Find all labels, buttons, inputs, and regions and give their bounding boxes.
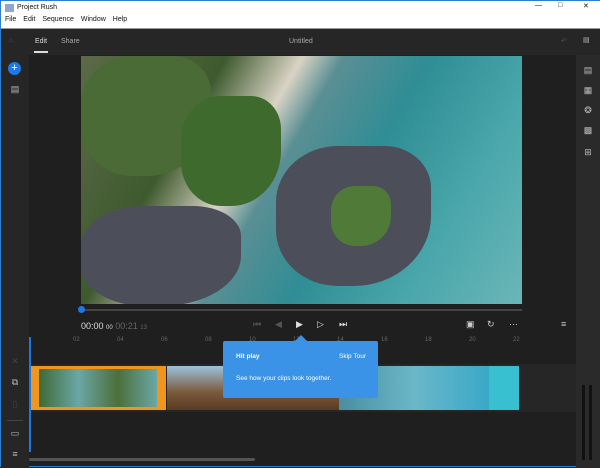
tick-label: 20 [469, 337, 476, 343]
app-icon [5, 4, 14, 12]
title-bar: Project Rush — □ ✕ [1, 1, 600, 16]
fit-icon[interactable]: ▣ [466, 319, 475, 330]
current-time: 00:00 [81, 321, 104, 331]
cut-icon[interactable]: ✕ [8, 356, 22, 367]
go-to-end-icon[interactable]: ⏭ [339, 319, 347, 330]
project-panel-icon[interactable]: ▤ [8, 84, 22, 95]
tour-body: See how your clips look together. [236, 375, 332, 382]
divider [7, 420, 23, 421]
transform-icon[interactable]: ⊞ [581, 147, 595, 158]
feedback-icon[interactable]: ▤ [583, 36, 590, 44]
current-frames: 00 [106, 325, 113, 331]
left-toolbar: + ▤ ✕ ⧉ ▯ ▭ ≡ [1, 55, 29, 468]
project-title: Untitled [289, 38, 313, 45]
titles-icon[interactable]: ▤ [581, 65, 595, 76]
tick-label: 02 [73, 337, 80, 343]
delete-icon[interactable]: ▯ [8, 399, 22, 410]
menu-file[interactable]: File [5, 16, 16, 23]
transitions-icon[interactable]: ▦ [581, 85, 595, 96]
tick-label: 04 [117, 337, 124, 343]
menu-bar: File Edit Sequence Window Help [1, 16, 600, 29]
audio-meter-right [589, 385, 592, 460]
duration: 00:21 [115, 321, 138, 331]
timeline-scrollbar[interactable] [29, 458, 255, 461]
go-to-start-icon[interactable]: ⏮ [253, 319, 261, 330]
clip-4[interactable] [489, 366, 519, 410]
right-toolbar: ▤ ▦ ❂ ▩ ⊞ [576, 55, 600, 468]
menu-window[interactable]: Window [81, 16, 106, 23]
duplicate-icon[interactable]: ⧉ [8, 377, 22, 388]
skip-tour-link[interactable]: Skip Tour [339, 353, 366, 360]
menu-edit[interactable]: Edit [23, 16, 35, 23]
add-media-button[interactable]: + [8, 62, 21, 75]
speed-icon[interactable]: ▩ [581, 125, 595, 136]
menu-help[interactable]: Help [113, 16, 127, 23]
active-tab-indicator [34, 51, 48, 53]
menu-sequence[interactable]: Sequence [42, 16, 74, 23]
clip-1-selected[interactable] [30, 366, 166, 410]
app-header: ⌂ Edit Share Untitled ↶ ▤ [1, 29, 600, 55]
panel-menu-icon[interactable]: ≡ [561, 319, 566, 329]
tour-tooltip: Hit play Skip Tour See how your clips lo… [223, 335, 378, 398]
timecode: 00:00 00 00:21 13 [81, 321, 147, 331]
tab-share[interactable]: Share [61, 38, 80, 45]
maximize-button[interactable]: □ [558, 2, 562, 9]
video-preview[interactable] [81, 56, 522, 304]
step-forward-icon[interactable]: ▷ [317, 319, 324, 330]
step-back-icon[interactable]: ◀ [275, 319, 282, 330]
color-icon[interactable]: ❂ [581, 105, 595, 116]
tick-label: 18 [425, 337, 432, 343]
loop-icon[interactable]: ↻ [487, 319, 495, 330]
home-icon[interactable]: ⌂ [9, 37, 13, 44]
tour-title: Hit play [236, 353, 260, 360]
playback-scrubber[interactable] [78, 306, 522, 313]
close-button[interactable]: ✕ [583, 2, 589, 10]
tick-label: 06 [161, 337, 168, 343]
tick-label: 22 [513, 337, 520, 343]
more-options-icon[interactable]: ⋯ [509, 319, 518, 330]
play-button[interactable]: ▶ [296, 319, 303, 330]
tick-label: 08 [205, 337, 212, 343]
track-list-icon[interactable]: ≡ [8, 449, 22, 459]
undo-icon[interactable]: ↶ [561, 37, 567, 45]
tick-label: 16 [381, 337, 388, 343]
track-controls-icon[interactable]: ▭ [8, 428, 22, 439]
audio-meter-left [582, 385, 585, 460]
minimize-button[interactable]: — [535, 2, 542, 9]
window-title: Project Rush [17, 4, 58, 11]
duration-frames: 13 [140, 325, 147, 331]
playhead-handle[interactable] [78, 306, 85, 313]
tab-edit[interactable]: Edit [35, 38, 47, 45]
timeline-playhead[interactable] [29, 337, 31, 452]
